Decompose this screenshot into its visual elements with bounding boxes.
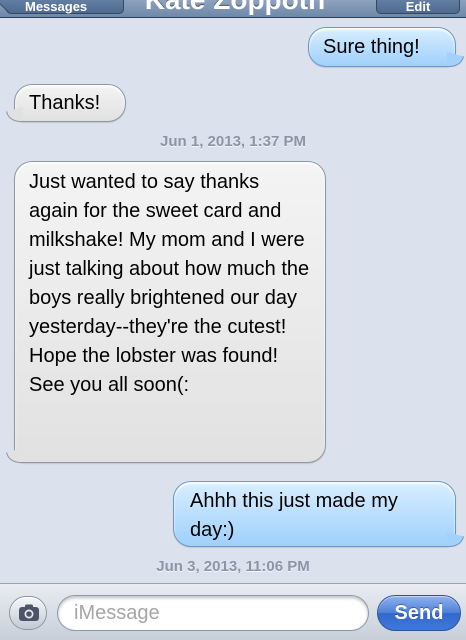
camera-button[interactable] [9, 596, 47, 630]
message-input[interactable] [57, 595, 369, 631]
message-bubble-received[interactable]: Thanks! [14, 84, 126, 122]
message-bubble-sent[interactable]: Sure thing! [308, 27, 456, 67]
timestamp: Jun 3, 2013, 11:06 PM [156, 558, 310, 575]
send-button[interactable]: Send [377, 595, 461, 631]
edit-button[interactable]: Edit [376, 0, 460, 14]
timestamp: Jun 1, 2013, 1:37 PM [160, 133, 306, 150]
navigation-bar: Messages Kate Zoppoth Edit [0, 0, 466, 18]
back-button[interactable]: Messages [6, 0, 124, 14]
message-text: Thanks! [29, 92, 101, 114]
message-text: Sure thing! [323, 36, 420, 58]
message-text: Just wanted to say thanks again for the … [29, 171, 310, 396]
message-input-bar: Send [0, 583, 466, 640]
camera-icon [19, 604, 39, 621]
message-text: Ahhh this just made my day:) [190, 490, 398, 541]
conversation-title: Kate Zoppoth [130, 0, 340, 16]
message-bubble-sent[interactable]: Ahhh this just made my day:) [173, 481, 456, 547]
message-bubble-received[interactable]: Just wanted to say thanks again for the … [14, 161, 326, 463]
